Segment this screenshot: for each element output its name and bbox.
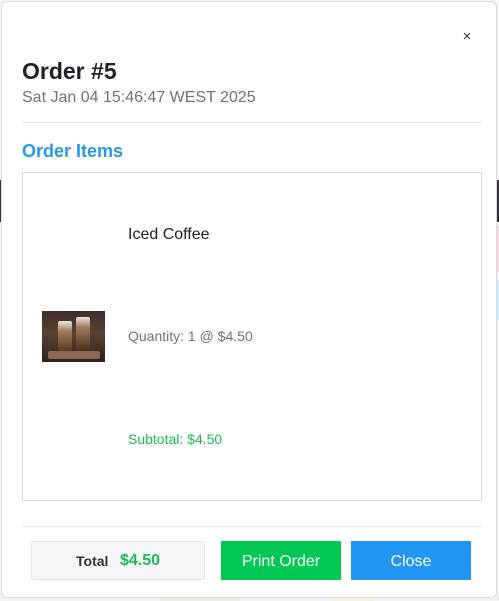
divider [22, 526, 482, 527]
iced-coffee-image [42, 311, 105, 362]
order-timestamp: Sat Jan 04 15:46:47 WEST 2025 [22, 89, 256, 106]
cup-graphic [58, 321, 72, 355]
total-label: Total [76, 553, 109, 569]
section-title-order-items: Order Items [22, 141, 124, 161]
print-order-button[interactable]: Print Order [221, 541, 341, 580]
order-items-list: Iced Coffee Quantity: 1 @ $4.50 Subtotal… [22, 172, 482, 501]
close-button[interactable]: Close [351, 541, 471, 580]
plate-graphic [48, 351, 100, 359]
item-subtotal: Subtotal: $4.50 [128, 431, 223, 447]
divider [22, 122, 482, 123]
total-value: $4.50 [120, 552, 161, 569]
item-name: Iced Coffee [128, 226, 210, 243]
order-total: Total $4.50 [31, 541, 205, 580]
page-title: Order #5 [22, 58, 117, 84]
item-quantity: Quantity: 1 @ $4.50 [128, 328, 253, 344]
order-details-modal: × Order #5 Sat Jan 04 15:46:47 WEST 2025… [1, 1, 497, 598]
close-icon[interactable]: × [459, 28, 475, 46]
cup-graphic [76, 317, 90, 351]
